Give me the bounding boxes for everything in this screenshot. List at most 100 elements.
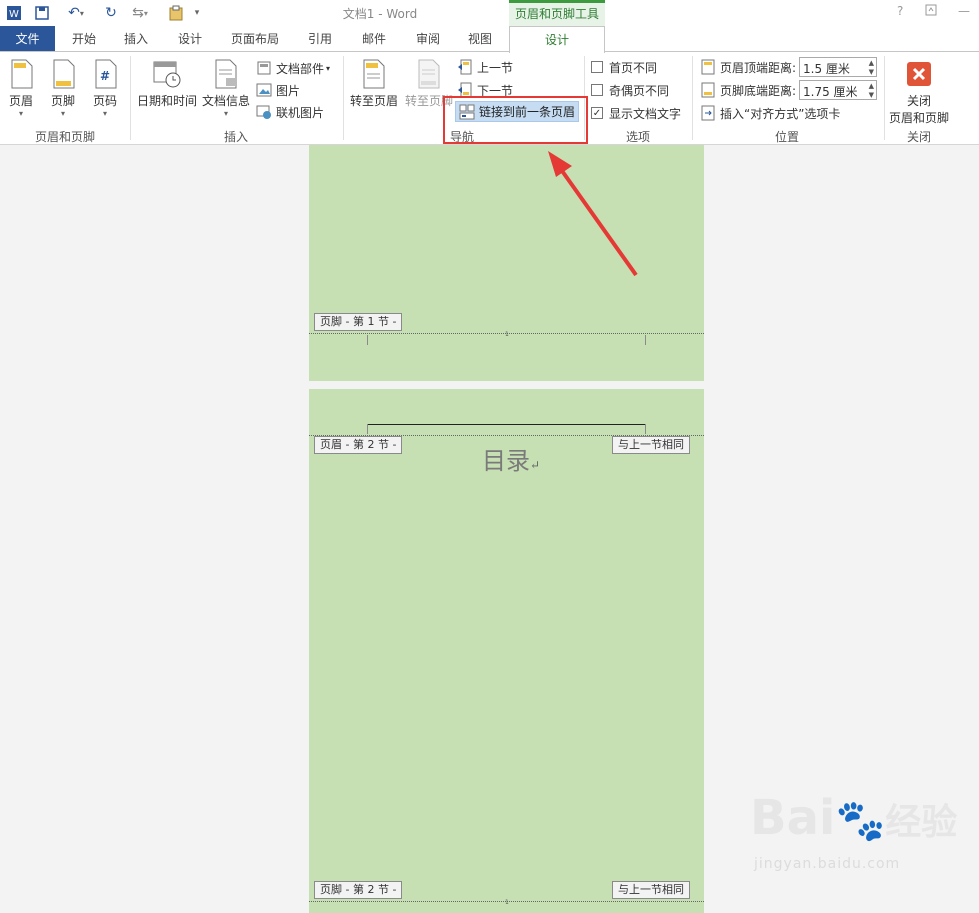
help-icon[interactable]: ? — [897, 4, 903, 18]
online-picture-icon — [256, 104, 272, 120]
group-divider — [343, 56, 344, 140]
header-section-tag: 页眉 - 第 2 节 - — [314, 436, 403, 454]
footer-section-tag: 页脚 - 第 2 节 - — [314, 881, 403, 899]
header-top-distance-label-row: 页眉顶端距离: — [700, 57, 796, 77]
group-label-options: 选项 — [625, 130, 650, 144]
picture-button[interactable]: 图片 — [256, 80, 300, 100]
doc-info-dropdown-icon: ▾ — [223, 109, 228, 118]
group-divider — [130, 56, 131, 140]
page-number-dropdown-icon: ▾ — [102, 109, 107, 118]
restore-ribbon-icon[interactable] — [925, 4, 937, 19]
prev-section-icon — [457, 59, 473, 75]
checkbox-checked-icon: ✓ — [591, 107, 603, 119]
doc-info-label: 文档信息 — [202, 94, 251, 108]
picture-label: 图片 — [276, 83, 301, 98]
header-label: 页眉 — [8, 94, 33, 108]
group-label-header-footer: 页眉和页脚 — [34, 130, 95, 144]
toc-title-text: 目录 — [482, 447, 530, 475]
undo-icon[interactable]: ↶ ▾ — [62, 4, 90, 22]
footer-bottom-distance-value: 1.75 厘米 — [803, 85, 858, 99]
margin-mark — [367, 424, 368, 434]
goto-header-button[interactable]: 转至页眉 — [348, 58, 400, 109]
header-boundary-line — [309, 435, 704, 436]
goto-footer-icon — [413, 58, 445, 90]
document-area: 页脚 - 第 1 节 - 1 页眉 - 第 2 节 - 与上一节相同 目录↵ 页… — [0, 145, 979, 913]
spin-down-icon[interactable]: ▼ — [869, 68, 874, 76]
margin-mark — [645, 335, 646, 345]
tab-references[interactable]: 引用 — [296, 26, 344, 52]
close-icon — [903, 58, 935, 90]
show-doc-text-checkbox[interactable]: ✓ 显示文档文字 — [591, 103, 681, 123]
prev-section-label: 上一节 — [477, 60, 514, 75]
insert-alignment-tab-button[interactable]: 插入“对齐方式”选项卡 — [700, 103, 840, 123]
different-odd-even-checkbox[interactable]: 奇偶页不同 — [591, 80, 669, 100]
doc-info-icon — [210, 58, 242, 90]
tab-header-footer-design[interactable]: 设计 — [509, 26, 605, 53]
page-number-mark: 1 — [505, 899, 509, 906]
toc-title[interactable]: 目录↵ — [482, 441, 540, 476]
paragraph-mark-icon: ↵ — [530, 458, 541, 472]
header-icon — [6, 58, 38, 90]
spin-up-icon[interactable]: ▲ — [869, 59, 874, 67]
page-1: 页脚 - 第 1 节 - 1 — [309, 145, 704, 381]
svg-text:W: W — [9, 9, 19, 20]
tab-view[interactable]: 视图 — [456, 26, 504, 52]
tab-home[interactable]: 开始 — [62, 26, 106, 52]
doc-info-button[interactable]: 文档信息 ▾ — [202, 58, 250, 118]
footer-button[interactable]: 页脚 ▾ — [48, 58, 78, 118]
save-icon[interactable] — [33, 4, 51, 22]
different-first-page-label: 首页不同 — [609, 60, 658, 75]
show-doc-text-label: 显示文档文字 — [609, 106, 682, 121]
baidu-watermark: Bai🐾经验 — [750, 790, 957, 846]
tab-review[interactable]: 审阅 — [404, 26, 452, 52]
footer-bottom-distance-input[interactable]: 1.75 厘米 ▲ ▼ — [799, 80, 877, 100]
paste-icon[interactable] — [165, 4, 187, 22]
date-time-label: 日期和时间 — [136, 94, 197, 108]
same-as-previous-tag: 与上一节相同 — [612, 881, 690, 899]
tab-file[interactable]: 文件 — [0, 26, 55, 52]
tab-design[interactable]: 设计 — [166, 26, 214, 52]
doc-parts-dropdown-icon: ▾ — [326, 63, 331, 73]
header-button[interactable]: 页眉 ▾ — [6, 58, 36, 118]
date-time-button[interactable]: 日期和时间 — [136, 58, 198, 109]
window-title: 文档1 - Word — [342, 7, 418, 21]
minimize-icon[interactable]: — — [958, 4, 970, 18]
svg-text:#: # — [100, 69, 110, 83]
footer-label: 页脚 — [50, 94, 75, 108]
group-label-close: 关闭 — [906, 130, 931, 144]
prev-section-button[interactable]: 上一节 — [457, 57, 513, 77]
context-tab-group-title: 页眉和页脚工具 — [509, 0, 605, 26]
page-number-button[interactable]: # 页码 ▾ — [90, 58, 120, 118]
footer-bottom-distance-label: 页脚底端距离: — [720, 83, 797, 98]
page-number-icon: # — [90, 58, 122, 90]
word-logo-icon: W — [5, 4, 23, 22]
ribbon-tabs: 文件 开始 插入 设计 页面布局 引用 邮件 审阅 视图 设计 — [0, 26, 979, 53]
spin-down-icon[interactable]: ▼ — [869, 91, 874, 99]
format-painter-icon[interactable]: ⇆ ▾ — [126, 4, 154, 22]
tab-mailings[interactable]: 邮件 — [350, 26, 398, 52]
margin-mark — [645, 424, 646, 434]
header-top-distance-input[interactable]: 1.5 厘米 ▲ ▼ — [799, 57, 877, 77]
paw-icon: 🐾 — [835, 798, 886, 844]
close-header-footer-button[interactable]: 关闭 页眉和页脚 — [886, 58, 952, 126]
header-dropdown-icon: ▾ — [18, 109, 23, 118]
margin-mark — [367, 335, 368, 345]
close-label-line1: 关闭 — [906, 94, 931, 108]
customize-qat-icon[interactable]: ▾ — [191, 4, 203, 22]
header-top-distance-label: 页眉顶端距离: — [720, 60, 797, 75]
page-2: 页眉 - 第 2 节 - 与上一节相同 目录↵ 页脚 - 第 2 节 - 与上一… — [309, 389, 704, 913]
online-picture-button[interactable]: 联机图片 — [256, 102, 324, 122]
spin-up-icon[interactable]: ▲ — [869, 82, 874, 90]
redo-icon[interactable]: ↻ — [101, 4, 121, 22]
page-number-mark: 1 — [505, 331, 509, 338]
footer-icon — [48, 58, 80, 90]
insert-alignment-tab-label: 插入“对齐方式”选项卡 — [720, 106, 841, 121]
checkbox-unchecked-icon — [591, 61, 603, 73]
different-first-page-checkbox[interactable]: 首页不同 — [591, 57, 657, 77]
doc-parts-button[interactable]: 文档部件 ▾ — [256, 58, 330, 78]
watermark-brand2: 经验 — [885, 802, 958, 843]
doc-parts-icon — [256, 60, 272, 76]
goto-header-label: 转至页眉 — [349, 94, 398, 108]
tab-insert[interactable]: 插入 — [114, 26, 158, 52]
tab-page-layout[interactable]: 页面布局 — [222, 26, 288, 52]
